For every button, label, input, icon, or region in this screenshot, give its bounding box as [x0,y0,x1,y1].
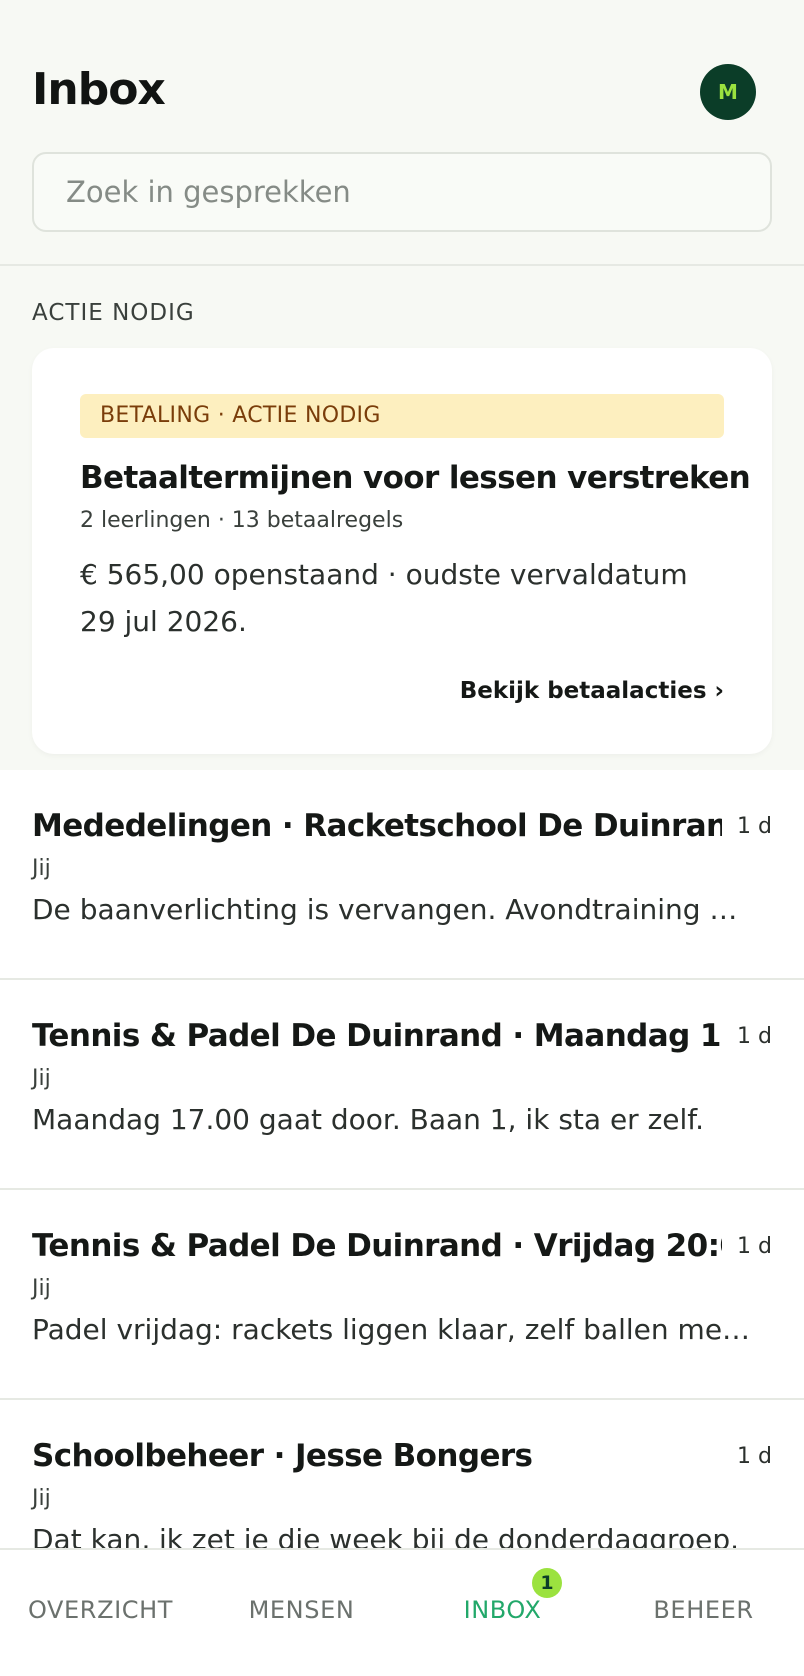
inbox-count-badge: 1 [532,1568,562,1598]
nav-mensen[interactable]: MENSEN [201,1550,402,1676]
section-label: ACTIE NODIG [32,300,195,326]
nav-label: BEHEER [653,1596,754,1624]
nav-overzicht[interactable]: OVERZICHT [0,1550,201,1676]
conversation-time: 1 d [737,1444,772,1469]
conversation-sender: Jij [32,1486,51,1511]
view-payment-actions-link[interactable]: Bekijk betaalacties › [460,678,724,704]
page-title: Inbox [32,64,166,115]
header: Inbox M [0,0,804,266]
bottom-nav: OVERZICHT MENSEN INBOX 1 BEHEER [0,1548,804,1676]
conversation-preview: De baanverlichting is vervangen. Avondtr… [32,893,754,926]
conversation-sender: Jij [32,856,51,881]
inbox-screen: Inbox M ACTIE NODIG BETALING · ACTIE NOD… [0,0,804,1676]
conversation-preview: Padel vrijdag: rackets liggen klaar, zel… [32,1313,754,1346]
conversation-preview: Maandag 17.00 gaat door. Baan 1, ik sta … [32,1103,704,1136]
nav-label: INBOX [463,1596,542,1624]
card-meta: 2 leerlingen · 13 betaalregels [80,508,404,533]
nav-label: OVERZICHT [27,1596,174,1624]
conversation-title: Mededelingen · Racketschool De Duinrand [32,808,722,844]
payment-tag: BETALING · ACTIE NODIG [80,394,724,438]
conversation-item[interactable]: Tennis & Padel De Duinrand · Maandag 17:… [0,980,804,1190]
conversation-list: Mededelingen · Racketschool De Duinrand … [0,770,804,1610]
search-input[interactable] [32,152,772,232]
conversation-time: 1 d [737,1024,772,1049]
conversation-sender: Jij [32,1066,51,1091]
nav-inbox[interactable]: INBOX 1 [402,1550,603,1676]
conversation-title: Tennis & Padel De Duinrand · Vrijdag 20:… [32,1228,722,1264]
avatar-initial: M [718,80,738,104]
nav-beheer[interactable]: BEHEER [603,1550,804,1676]
conversation-time: 1 d [737,1234,772,1259]
conversation-title: Tennis & Padel De Duinrand · Maandag 17:… [32,1018,722,1054]
conversation-time: 1 d [737,814,772,839]
conversation-item[interactable]: Tennis & Padel De Duinrand · Vrijdag 20:… [0,1190,804,1400]
payment-action-card[interactable]: BETALING · ACTIE NODIG Betaaltermijnen v… [32,348,772,754]
conversation-title: Schoolbeheer · Jesse Bongers [32,1438,533,1474]
nav-label: MENSEN [248,1596,355,1624]
action-needed-section: ACTIE NODIG BETALING · ACTIE NODIG Betaa… [0,266,804,770]
card-body: € 565,00 openstaand · oudste vervaldatum… [80,558,688,638]
conversation-item[interactable]: Mededelingen · Racketschool De Duinrand … [0,770,804,980]
card-title: Betaaltermijnen voor lessen verstreken [80,460,751,496]
avatar[interactable]: M [700,64,756,120]
conversation-sender: Jij [32,1276,51,1301]
